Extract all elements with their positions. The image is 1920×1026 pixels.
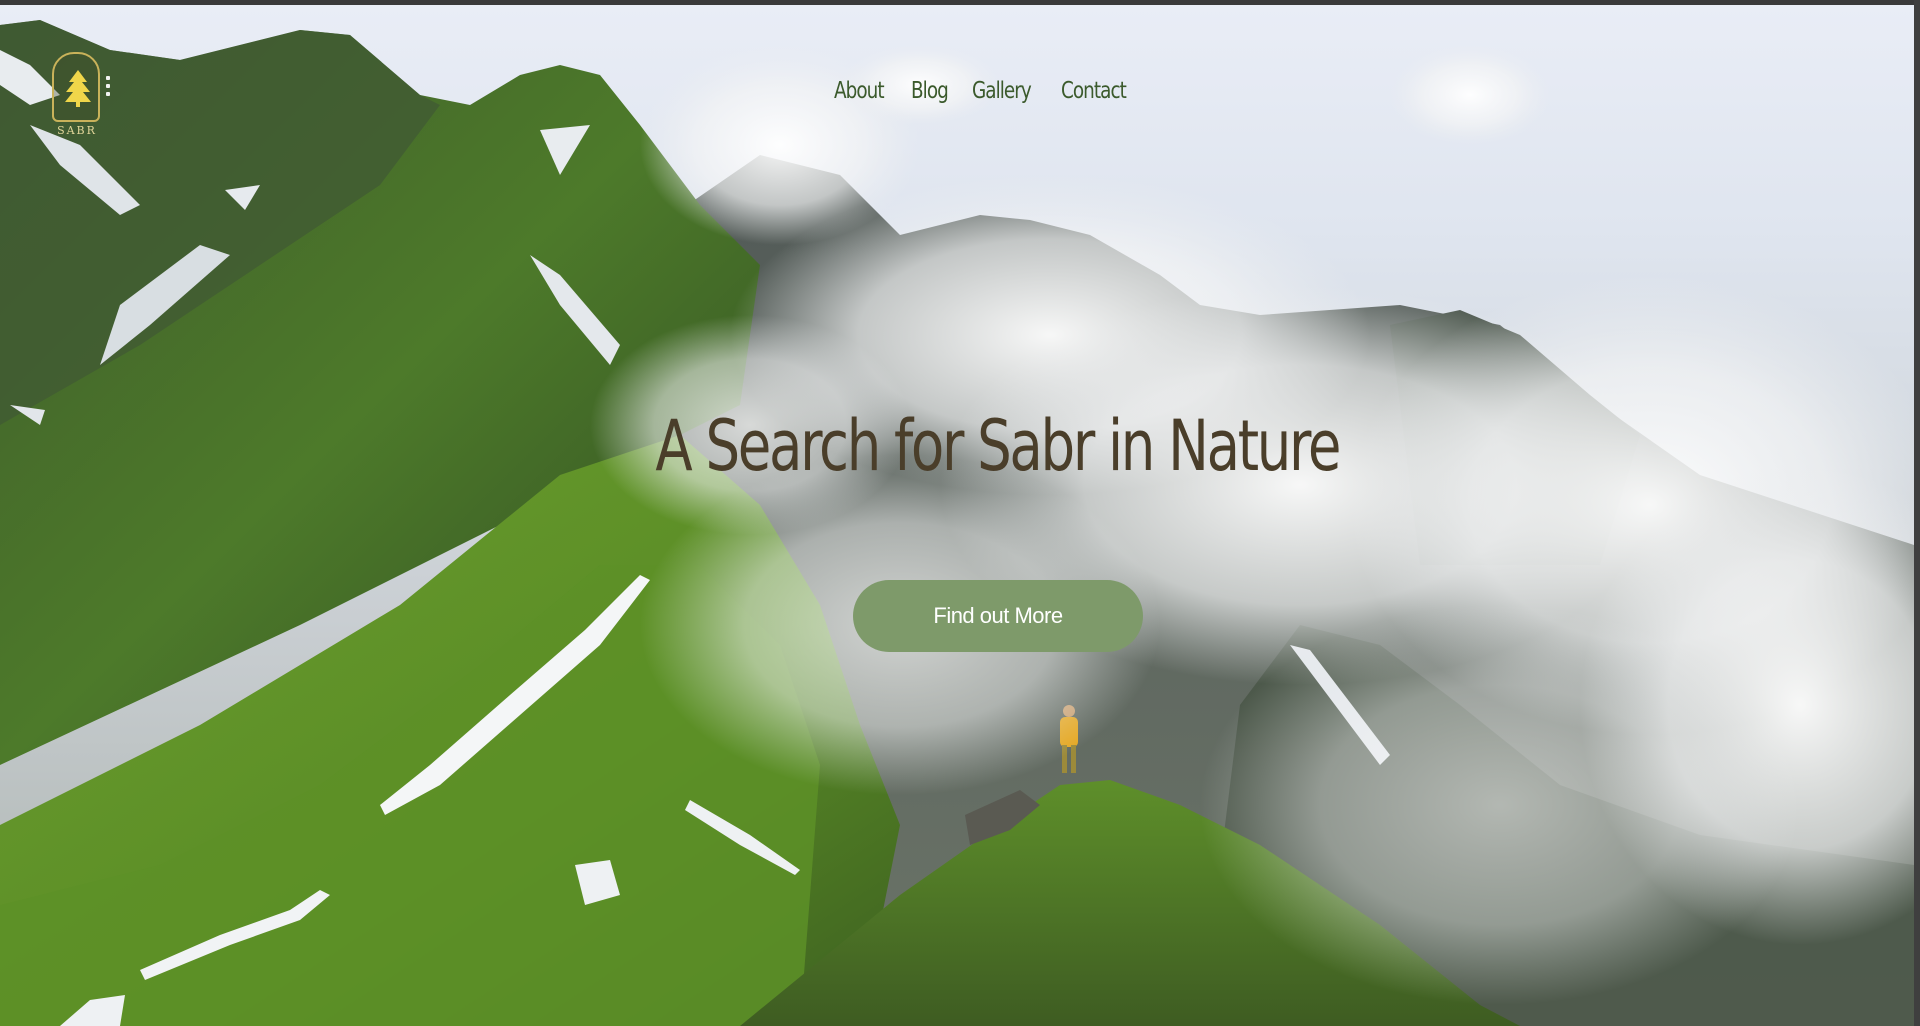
logo-badge bbox=[52, 52, 100, 122]
pine-tree-icon bbox=[65, 70, 91, 107]
nav-gallery-link[interactable]: Gallery bbox=[972, 78, 1032, 104]
hero-title-container: A Search for Sabr in Nature bbox=[0, 405, 1914, 487]
menu-dots-icon[interactable] bbox=[106, 76, 110, 104]
hero-background-image bbox=[0, 5, 1914, 1026]
find-out-more-button[interactable]: Find out More bbox=[853, 580, 1143, 652]
hero-title: A Search for Sabr in Nature bbox=[655, 405, 1341, 487]
nav-blog-link[interactable]: Blog bbox=[911, 78, 949, 104]
main-navigation: About Blog Gallery Contact bbox=[834, 78, 1130, 104]
page-viewport: SABR About Blog Gallery Contact A Search… bbox=[0, 0, 1920, 1026]
logo-wordmark: SABR bbox=[57, 124, 97, 137]
mountain-landscape-image bbox=[0, 20, 1914, 1026]
site-logo[interactable]: SABR bbox=[52, 52, 102, 140]
scrollbar-track[interactable] bbox=[1914, 0, 1920, 1026]
window-top-border bbox=[0, 0, 1920, 5]
nav-about-link[interactable]: About bbox=[834, 78, 885, 104]
nav-contact-link[interactable]: Contact bbox=[1061, 78, 1127, 104]
